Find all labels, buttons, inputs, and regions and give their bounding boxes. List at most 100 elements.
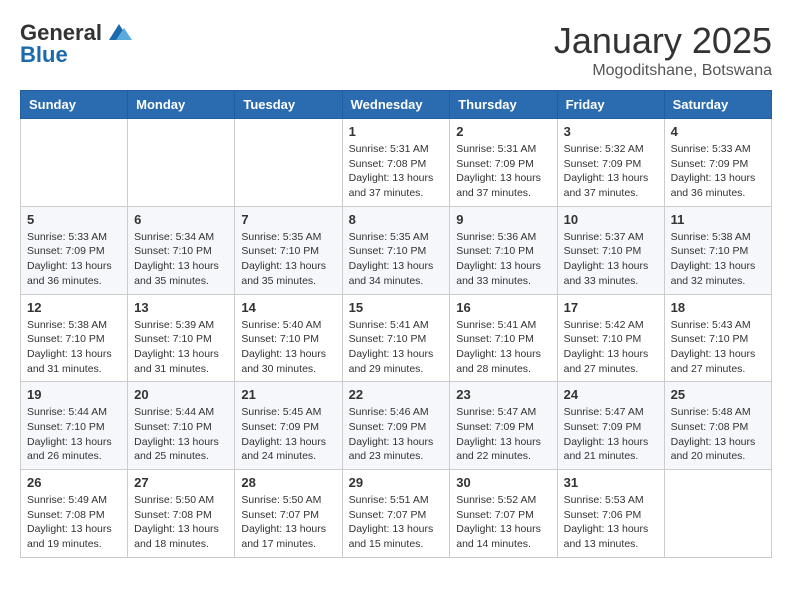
calendar-cell: 31Sunrise: 5:53 AM Sunset: 7:06 PM Dayli…: [557, 470, 664, 558]
calendar-week-row: 12 Sunrise: 5:38 AM Sunset: 7:10 PM Dayli…: [21, 294, 772, 382]
day-info: Sunrise: 5:38 AM Sunset: 7:10 PM Dayligh…: [671, 230, 765, 289]
weekday-header: Tuesday: [235, 91, 342, 119]
day-number: 4: [671, 124, 765, 139]
day-number: 12: [27, 300, 121, 315]
day-info: Sunrise: 5:47 AM Sunset: 7:09 PM Dayligh…: [456, 405, 550, 464]
day-number: 18: [671, 300, 765, 315]
weekday-header: Wednesday: [342, 91, 450, 119]
day-info: Sunrise: 5:40 AM Sunset: 7:10 PM Dayligh…: [241, 318, 335, 377]
day-info: Sunrise: 5:50 AM Sunset: 7:07 PM Dayligh…: [241, 493, 335, 552]
calendar-table: SundayMondayTuesdayWednesdayThursdayFrid…: [20, 90, 772, 558]
calendar-cell: 29 Sunrise: 5:51 AM Sunset: 7:07 PM Dayli…: [342, 470, 450, 558]
calendar-cell: 17 Sunrise: 5:42 AM Sunset: 7:10 PM Dayli…: [557, 294, 664, 382]
day-number: 15: [349, 300, 444, 315]
calendar-cell: 13 Sunrise: 5:39 AM Sunset: 7:10 PM Dayli…: [128, 294, 235, 382]
calendar-cell: 7 Sunrise: 5:35 AM Sunset: 7:10 PM Daylig…: [235, 206, 342, 294]
day-number: 7: [241, 212, 335, 227]
calendar-cell: [664, 470, 771, 558]
calendar-week-row: 5 Sunrise: 5:33 AM Sunset: 7:09 PM Daylig…: [21, 206, 772, 294]
calendar-week-row: 1Sunrise: 5:31 AM Sunset: 7:08 PM Daylig…: [21, 119, 772, 207]
title-block: January 2025 Mogoditshane, Botswana: [554, 20, 772, 80]
calendar-cell: 28 Sunrise: 5:50 AM Sunset: 7:07 PM Dayli…: [235, 470, 342, 558]
calendar-cell: 19 Sunrise: 5:44 AM Sunset: 7:10 PM Dayli…: [21, 382, 128, 470]
day-info: Sunrise: 5:36 AM Sunset: 7:10 PM Dayligh…: [456, 230, 550, 289]
weekday-header: Thursday: [450, 91, 557, 119]
day-number: 29: [349, 475, 444, 490]
calendar-week-row: 26 Sunrise: 5:49 AM Sunset: 7:08 PM Dayli…: [21, 470, 772, 558]
day-info: Sunrise: 5:41 AM Sunset: 7:10 PM Dayligh…: [456, 318, 550, 377]
day-info: Sunrise: 5:42 AM Sunset: 7:10 PM Dayligh…: [564, 318, 658, 377]
day-number: 24: [564, 387, 658, 402]
day-info: Sunrise: 5:35 AM Sunset: 7:10 PM Dayligh…: [241, 230, 335, 289]
day-number: 26: [27, 475, 121, 490]
calendar-cell: 11Sunrise: 5:38 AM Sunset: 7:10 PM Dayli…: [664, 206, 771, 294]
calendar-cell: [21, 119, 128, 207]
weekday-header: Saturday: [664, 91, 771, 119]
day-number: 13: [134, 300, 228, 315]
day-number: 2: [456, 124, 550, 139]
page-header: General Blue January 2025 Mogoditshane, …: [20, 20, 772, 80]
day-info: Sunrise: 5:50 AM Sunset: 7:08 PM Dayligh…: [134, 493, 228, 552]
day-number: 30: [456, 475, 550, 490]
day-info: Sunrise: 5:51 AM Sunset: 7:07 PM Dayligh…: [349, 493, 444, 552]
weekday-header: Friday: [557, 91, 664, 119]
day-info: Sunrise: 5:53 AM Sunset: 7:06 PM Dayligh…: [564, 493, 658, 552]
day-number: 21: [241, 387, 335, 402]
day-info: Sunrise: 5:32 AM Sunset: 7:09 PM Dayligh…: [564, 142, 658, 201]
day-number: 9: [456, 212, 550, 227]
day-info: Sunrise: 5:47 AM Sunset: 7:09 PM Dayligh…: [564, 405, 658, 464]
day-info: Sunrise: 5:48 AM Sunset: 7:08 PM Dayligh…: [671, 405, 765, 464]
calendar-cell: 16 Sunrise: 5:41 AM Sunset: 7:10 PM Dayli…: [450, 294, 557, 382]
day-info: Sunrise: 5:44 AM Sunset: 7:10 PM Dayligh…: [134, 405, 228, 464]
calendar-cell: 22 Sunrise: 5:46 AM Sunset: 7:09 PM Dayli…: [342, 382, 450, 470]
day-number: 17: [564, 300, 658, 315]
calendar-cell: 18 Sunrise: 5:43 AM Sunset: 7:10 PM Dayli…: [664, 294, 771, 382]
calendar-cell: [235, 119, 342, 207]
calendar-cell: 4Sunrise: 5:33 AM Sunset: 7:09 PM Daylig…: [664, 119, 771, 207]
day-number: 10: [564, 212, 658, 227]
day-info: Sunrise: 5:49 AM Sunset: 7:08 PM Dayligh…: [27, 493, 121, 552]
calendar-cell: 30 Sunrise: 5:52 AM Sunset: 7:07 PM Dayli…: [450, 470, 557, 558]
calendar-cell: 9 Sunrise: 5:36 AM Sunset: 7:10 PM Daylig…: [450, 206, 557, 294]
day-info: Sunrise: 5:44 AM Sunset: 7:10 PM Dayligh…: [27, 405, 121, 464]
calendar-cell: 2 Sunrise: 5:31 AM Sunset: 7:09 PM Daylig…: [450, 119, 557, 207]
day-number: 23: [456, 387, 550, 402]
calendar-cell: 20Sunrise: 5:44 AM Sunset: 7:10 PM Dayli…: [128, 382, 235, 470]
calendar-week-row: 19 Sunrise: 5:44 AM Sunset: 7:10 PM Dayli…: [21, 382, 772, 470]
logo-icon: [104, 22, 134, 44]
day-info: Sunrise: 5:33 AM Sunset: 7:09 PM Dayligh…: [27, 230, 121, 289]
calendar-cell: 3 Sunrise: 5:32 AM Sunset: 7:09 PM Daylig…: [557, 119, 664, 207]
day-info: Sunrise: 5:35 AM Sunset: 7:10 PM Dayligh…: [349, 230, 444, 289]
calendar-cell: 26 Sunrise: 5:49 AM Sunset: 7:08 PM Dayli…: [21, 470, 128, 558]
calendar-cell: 23 Sunrise: 5:47 AM Sunset: 7:09 PM Dayli…: [450, 382, 557, 470]
calendar-cell: 15Sunrise: 5:41 AM Sunset: 7:10 PM Dayli…: [342, 294, 450, 382]
day-number: 27: [134, 475, 228, 490]
weekday-header: Sunday: [21, 91, 128, 119]
day-info: Sunrise: 5:43 AM Sunset: 7:10 PM Dayligh…: [671, 318, 765, 377]
day-number: 8: [349, 212, 444, 227]
calendar-cell: 21Sunrise: 5:45 AM Sunset: 7:09 PM Dayli…: [235, 382, 342, 470]
day-number: 3: [564, 124, 658, 139]
day-info: Sunrise: 5:39 AM Sunset: 7:10 PM Dayligh…: [134, 318, 228, 377]
day-info: Sunrise: 5:46 AM Sunset: 7:09 PM Dayligh…: [349, 405, 444, 464]
day-number: 5: [27, 212, 121, 227]
day-number: 25: [671, 387, 765, 402]
weekday-header: Monday: [128, 91, 235, 119]
day-number: 6: [134, 212, 228, 227]
calendar-cell: 25 Sunrise: 5:48 AM Sunset: 7:08 PM Dayli…: [664, 382, 771, 470]
calendar-header-row: SundayMondayTuesdayWednesdayThursdayFrid…: [21, 91, 772, 119]
calendar-cell: [128, 119, 235, 207]
day-number: 22: [349, 387, 444, 402]
day-info: Sunrise: 5:31 AM Sunset: 7:09 PM Dayligh…: [456, 142, 550, 201]
day-info: Sunrise: 5:31 AM Sunset: 7:08 PM Dayligh…: [349, 142, 444, 201]
day-number: 19: [27, 387, 121, 402]
calendar-cell: 1Sunrise: 5:31 AM Sunset: 7:08 PM Daylig…: [342, 119, 450, 207]
calendar-cell: 8 Sunrise: 5:35 AM Sunset: 7:10 PM Daylig…: [342, 206, 450, 294]
day-number: 28: [241, 475, 335, 490]
day-info: Sunrise: 5:38 AM Sunset: 7:10 PM Dayligh…: [27, 318, 121, 377]
logo: General Blue: [20, 20, 134, 68]
calendar-cell: 6Sunrise: 5:34 AM Sunset: 7:10 PM Daylig…: [128, 206, 235, 294]
day-info: Sunrise: 5:52 AM Sunset: 7:07 PM Dayligh…: [456, 493, 550, 552]
day-number: 16: [456, 300, 550, 315]
calendar-cell: 12 Sunrise: 5:38 AM Sunset: 7:10 PM Dayli…: [21, 294, 128, 382]
